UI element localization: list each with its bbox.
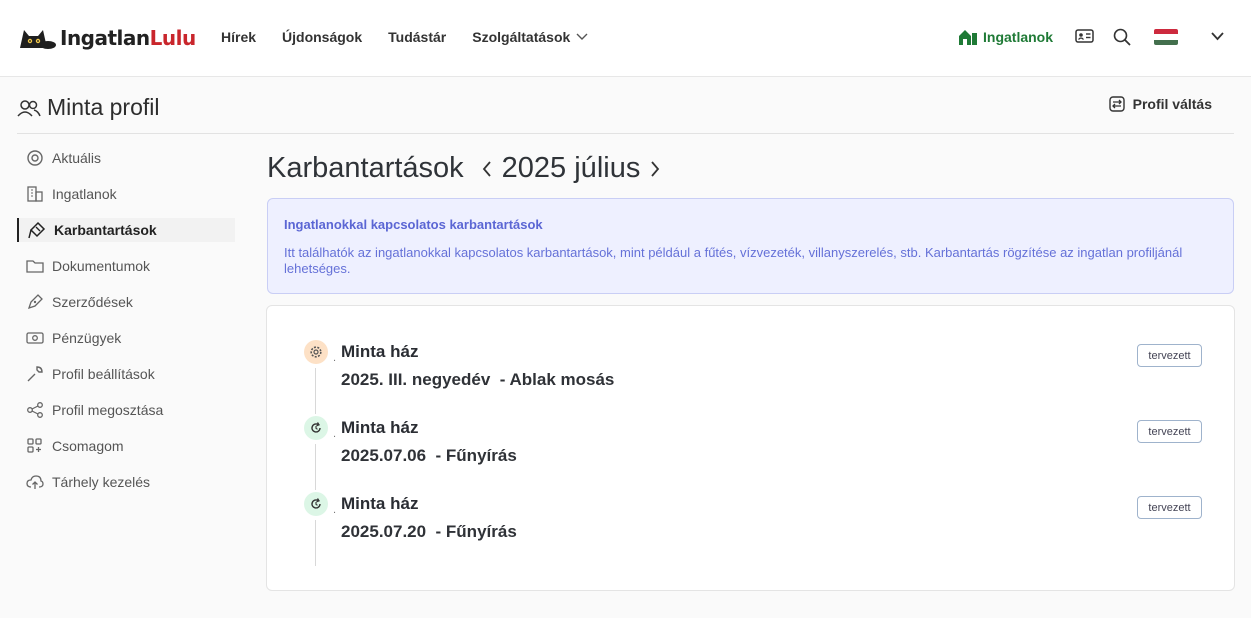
top-navbar: IngatlanLulu Hírek Újdonságok Tudástár S… <box>0 0 1251 77</box>
entry-property: Minta ház <box>341 342 419 361</box>
logo-text-ingatlan: Ingatlan <box>60 26 150 50</box>
ingatlanok-label: Ingatlanok <box>983 29 1054 45</box>
sidebar-item-label: Dokumentumok <box>52 258 151 274</box>
sidebar-item-szerzodesek[interactable]: Szerződések <box>17 290 235 314</box>
sidebar-item-label: Karbantartások <box>54 222 157 238</box>
sidebar-item-label: Csomagom <box>52 438 124 454</box>
users-icon <box>17 99 41 117</box>
sidebar-item-penzugyek[interactable]: Pénzügyek <box>17 326 235 350</box>
timeline-line <box>315 444 316 490</box>
sidebar-item-tarhely-kezeles[interactable]: Tárhely kezelés <box>17 470 235 494</box>
status-badge: tervezett <box>1137 496 1202 519</box>
sidebar-item-profil-megosztasa[interactable]: Profil megosztása <box>17 398 235 422</box>
cat-logo-icon <box>18 26 56 50</box>
chevron-down-icon <box>576 33 588 41</box>
entry-detail: 2025. III. negyedév - Ablak mosás <box>341 370 615 389</box>
profile-header: Minta profil Profil váltás <box>17 78 1234 134</box>
chevron-down-icon[interactable] <box>1211 32 1224 41</box>
nav-szolgaltatasok-dropdown[interactable]: Szolgáltatások <box>472 29 588 45</box>
house-icon <box>958 28 978 46</box>
sidebar-item-profil-beallitasok[interactable]: Profil beállítások <box>17 362 235 386</box>
entry-property: Minta ház <box>341 494 419 513</box>
sidebar-item-label: Ingatlanok <box>52 186 117 202</box>
apps-icon <box>26 437 44 455</box>
sidebar-item-ingatlanok[interactable]: Ingatlanok <box>17 182 235 206</box>
hungarian-flag-icon[interactable] <box>1154 29 1178 45</box>
id-card-icon[interactable] <box>1075 28 1094 44</box>
timeline-line <box>315 520 316 566</box>
page-title: Karbantartások 2025 július <box>267 152 660 185</box>
sidebar-item-aktualis[interactable]: Aktuális <box>17 146 235 170</box>
sidebar-menu: Aktuális Ingatlanok Karbantartások Dokum… <box>17 146 235 506</box>
wrench-icon <box>26 365 44 383</box>
money-icon <box>26 331 44 345</box>
sidebar-item-csomagom[interactable]: Csomagom <box>17 434 235 458</box>
target-icon <box>26 149 44 167</box>
nav-hirek[interactable]: Hírek <box>221 29 256 45</box>
entry-property: Minta ház <box>341 418 419 437</box>
maintenance-entry[interactable]: . Minta ház 2025.07.20 - Fűnyírás tervez… <box>304 492 1204 568</box>
profile-switch-label: Profil váltás <box>1132 96 1212 112</box>
gear-icon <box>304 340 328 364</box>
status-badge: tervezett <box>1137 420 1202 443</box>
brush-icon <box>28 221 46 239</box>
maintenance-entry[interactable]: . Minta ház 2025. III. negyedév - Ablak … <box>304 340 1204 416</box>
sidebar-item-label: Pénzügyek <box>52 330 122 346</box>
sidebar-item-label: Profil megosztása <box>52 402 164 418</box>
info-alert: Ingatlanokkal kapcsolatos karbantartások… <box>267 198 1234 294</box>
profile-switch-button[interactable]: Profil váltás <box>1108 96 1212 112</box>
cloud-upload-icon <box>26 474 44 490</box>
refresh-icon <box>304 416 328 440</box>
profile-title: Minta profil <box>17 94 159 121</box>
building-icon <box>26 185 44 203</box>
period-label: 2025 július <box>501 152 641 184</box>
refresh-icon <box>304 492 328 516</box>
entry-detail: 2025.07.06 - Fűnyírás <box>341 446 517 465</box>
sidebar-item-karbantartasok[interactable]: Karbantartások <box>17 218 235 242</box>
switch-arrows-icon <box>1108 96 1125 112</box>
sidebar-item-label: Szerződések <box>52 294 133 310</box>
main-nav: Hírek Újdonságok Tudástár Szolgáltatások <box>221 29 614 45</box>
sidebar-item-label: Tárhely kezelés <box>52 474 151 490</box>
status-badge: tervezett <box>1137 344 1202 367</box>
timeline-line <box>315 368 316 414</box>
nav-tudastar[interactable]: Tudástár <box>388 29 446 45</box>
sidebar-item-dokumentumok[interactable]: Dokumentumok <box>17 254 235 278</box>
search-icon[interactable] <box>1113 28 1131 46</box>
info-text: Itt találhatók az ingatlanokkal kapcsola… <box>284 245 1183 276</box>
logo[interactable]: IngatlanLulu <box>18 26 196 50</box>
profile-name: Minta profil <box>47 94 160 120</box>
nav-ujdonsagok[interactable]: Újdonságok <box>282 29 362 45</box>
info-title: Ingatlanokkal kapcsolatos karbantartások <box>284 217 543 232</box>
chevron-left-icon[interactable] <box>482 160 492 177</box>
sidebar-item-label: Profil beállítások <box>52 366 155 382</box>
logo-text-lulu: Lulu <box>149 26 197 50</box>
pen-icon <box>26 293 44 311</box>
nav-szolgaltatasok-label: Szolgáltatások <box>472 29 571 45</box>
share-icon <box>26 401 44 419</box>
maintenance-entry[interactable]: . Minta ház 2025.07.06 - Fűnyírás tervez… <box>304 416 1204 492</box>
page-title-text: Karbantartások <box>267 152 464 184</box>
chevron-right-icon[interactable] <box>650 160 660 177</box>
folder-icon <box>26 258 44 274</box>
entry-detail: 2025.07.20 - Fűnyírás <box>341 522 517 541</box>
ingatlanok-link[interactable]: Ingatlanok <box>958 28 1053 46</box>
maintenance-list: . Minta ház 2025. III. negyedév - Ablak … <box>266 305 1235 591</box>
sidebar-item-label: Aktuális <box>52 150 102 166</box>
